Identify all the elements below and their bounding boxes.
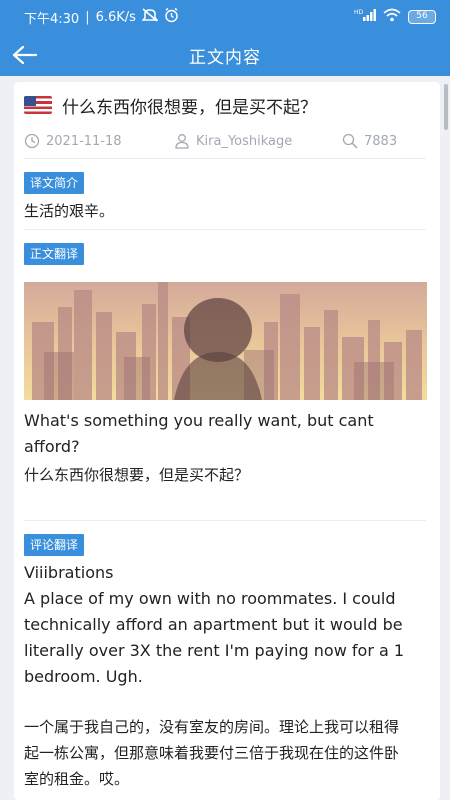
comment-line: 起一栋公寓，但那意味着我要付三倍于我现在住的这件卧 [24,744,400,762]
article-image [24,282,427,400]
article-author[interactable]: Kira_Yoshikage [196,134,292,149]
top-bar: 下午4:30 | 6.6K/s HD 56 正文内容 [0,0,450,76]
article-card[interactable]: 什么东西你很想要，但是买不起？ 2021-11-18 Kira_Yoshikag… [14,82,440,800]
article-views: 7883 [364,133,398,149]
clock-icon [24,133,40,149]
svg-text:HD: HD [354,9,364,16]
meta-author: Kira_Yoshikage [174,133,334,149]
meta-date: 2021-11-18 [24,133,174,149]
summary-text: 生活的艰辛。 [24,202,115,220]
wifi-icon [383,8,401,26]
signal-icon: HD [354,8,376,26]
article-meta: 2021-11-18 Kira_Yoshikage 7883 [24,130,430,152]
comment-user: Viiibrations [24,563,114,582]
comment-line: bedroom. Ugh. [24,667,143,686]
body-chinese: 什么东西你很想要，但是买不起？ [24,466,250,484]
us-flag-icon [24,96,52,114]
comment-line: 一个属于我自己的，没有室友的房间。理论上我可以租得 [24,718,400,736]
comments-tag: 评论翻译 [24,534,85,556]
status-net-speed: 6.6K/s [95,9,136,25]
status-right: HD 56 [354,8,436,26]
body-tag: 正文翻译 [24,243,85,265]
page-title: 正文内容 [189,47,261,68]
summary-tag: 译文简介 [24,172,85,194]
comment-line: 室的租金。哎。 [24,770,130,788]
battery-icon: 56 [408,10,436,24]
status-separator: | [85,9,90,25]
comment-line: literally over 3X the rent I'm paying no… [24,641,405,660]
app-bar: 正文内容 [0,34,450,76]
status-bar: 下午4:30 | 6.6K/s HD 56 [0,0,450,34]
mute-icon [141,8,159,26]
meta-views: 7883 [342,133,397,149]
comment-english: A place of my own with no roommates. I c… [24,586,430,690]
back-button[interactable] [8,38,42,72]
alarm-icon [164,7,179,27]
article-date: 2021-11-18 [46,133,122,149]
search-icon [342,133,358,149]
divider [24,520,426,521]
comment-line: A place of my own with no roommates. I c… [24,589,396,608]
divider [24,229,426,230]
status-time: 下午4:30 [24,11,80,27]
article-title: 什么东西你很想要，但是买不起？ [62,97,317,118]
back-arrow-icon[interactable] [12,45,38,65]
user-icon [175,134,189,149]
status-left: 下午4:30 | 6.6K/s [24,7,179,27]
comment-chinese: 一个属于我自己的，没有室友的房间。理论上我可以租得 起一栋公寓，但那意味着我要付… [24,714,430,792]
divider [24,158,426,159]
comment-line: technically afford an apartment but it w… [24,615,403,634]
body-english: What's something you really want, but ca… [24,411,374,456]
scrollbar[interactable] [444,84,448,130]
article-header: 什么东西你很想要，但是买不起？ [24,92,424,118]
